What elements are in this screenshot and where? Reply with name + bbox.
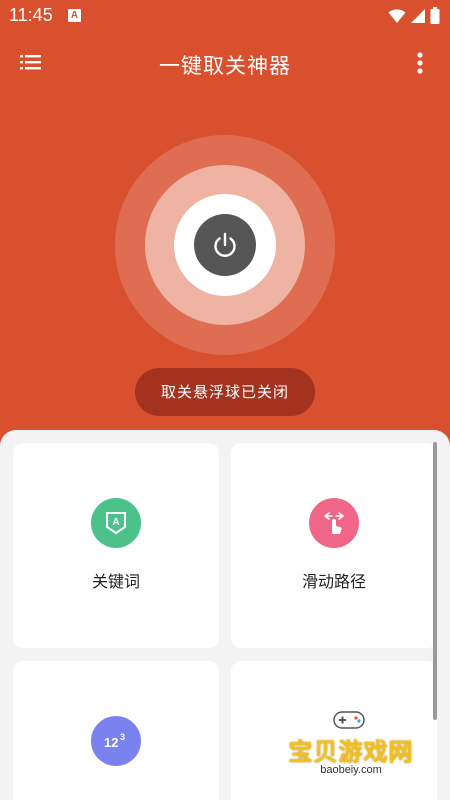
power-icon: [214, 232, 236, 257]
svg-text:12: 12: [104, 735, 118, 750]
wifi-icon: [388, 8, 406, 23]
status-icons: [388, 7, 440, 24]
a-letter-icon: A: [68, 9, 81, 22]
card-keyword-label: 关键词: [91, 572, 140, 591]
watermark: 宝贝游戏网 baobeiy.com: [276, 702, 426, 786]
power-button[interactable]: [194, 214, 256, 276]
card-swipe-path-label: 滑动路径: [301, 572, 366, 591]
scrollbar[interactable]: [433, 442, 437, 720]
card-keyword[interactable]: A 关键词: [13, 443, 219, 648]
svg-text:A: A: [112, 517, 119, 528]
float-ball-status-pill: 取关悬浮球已关闭: [135, 368, 315, 416]
keyword-icon: A: [91, 498, 141, 548]
gamepad-icon: [333, 711, 365, 729]
swipe-gesture-icon: [309, 498, 359, 548]
power-toggle: [115, 135, 335, 355]
page-title: 一键取关神器: [159, 54, 291, 78]
card-numbers[interactable]: 12 3: [13, 661, 219, 800]
app-bar: 一键取关神器: [0, 40, 450, 86]
card-swipe-path[interactable]: 滑动路径: [231, 443, 437, 648]
status-bar: 11:45 A: [0, 0, 450, 32]
numbers-123-icon: 12 3: [91, 716, 141, 766]
svg-text:3: 3: [120, 732, 125, 742]
watermark-url: baobeiy.com: [320, 764, 382, 776]
watermark-text: 宝贝游戏网: [288, 738, 414, 766]
battery-icon: [430, 7, 440, 24]
signal-icon: [411, 8, 425, 23]
more-vertical-icon[interactable]: [416, 51, 424, 75]
status-time: 11:45: [9, 5, 53, 25]
